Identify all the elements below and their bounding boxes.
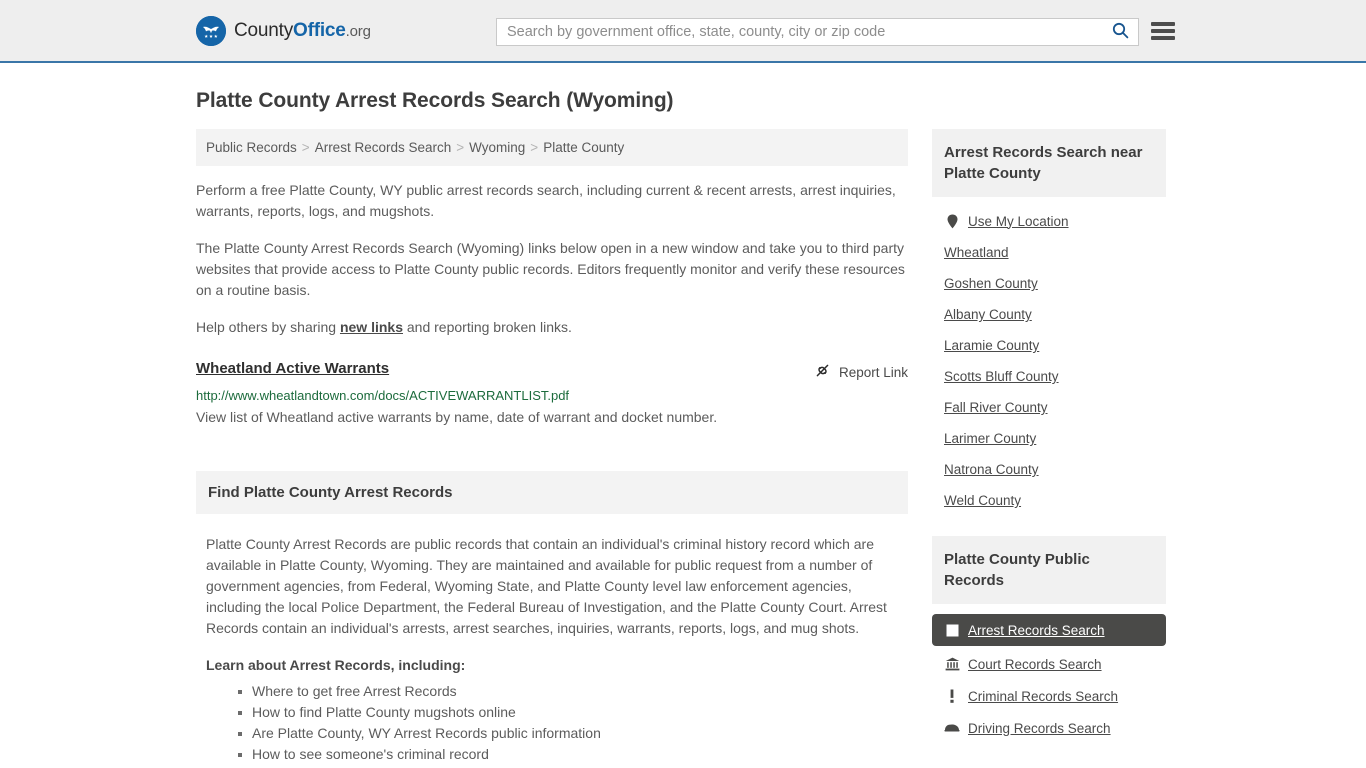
public-records-card: Platte County Public Records Arrest Reco…	[932, 536, 1166, 744]
courthouse-icon	[944, 656, 960, 672]
site-logo-text: CountyOffice.org	[234, 20, 371, 42]
sidebar-item-label: Fall River County	[944, 400, 1048, 415]
result-url[interactable]: http://www.wheatlandtown.com/docs/ACTIVE…	[196, 388, 908, 403]
result-title-link[interactable]: Wheatland Active Warrants	[196, 360, 389, 377]
sidebar-item-label: Larimer County	[944, 431, 1037, 446]
sidebar-item-wheatland[interactable]: Wheatland	[932, 237, 1166, 268]
sidebar-item-label: Court Records Search	[968, 656, 1102, 672]
result-item: Wheatland Active Warrants Report Link ht…	[196, 360, 908, 427]
page-body: Platte County Arrest Records Search (Wyo…	[0, 89, 1366, 768]
sidebar-item-larimer-county[interactable]: Larimer County	[932, 423, 1166, 454]
breadcrumb-item-public-records[interactable]: Public Records	[206, 140, 297, 155]
sidebar-item-criminal-records-search[interactable]: Criminal Records Search	[932, 680, 1166, 712]
sidebar-item-label: Use My Location	[968, 213, 1069, 229]
learn-about-heading: Learn about Arrest Records, including:	[206, 657, 466, 673]
sidebar-item-label: Laramie County	[944, 338, 1040, 353]
sidebar-item-label: Albany County	[944, 307, 1032, 322]
breadcrumb-item-wyoming[interactable]: Wyoming	[469, 140, 525, 155]
result-description: View list of Wheatland active warrants b…	[196, 409, 718, 425]
breadcrumb-item-platte-county[interactable]: Platte County	[543, 140, 624, 155]
breadcrumb-separator: >	[301, 140, 310, 155]
site-header: CountyOffice.org	[0, 0, 1366, 63]
sidebar-item-court-records-search[interactable]: Court Records Search	[932, 648, 1166, 680]
hamburger-menu-icon[interactable]	[1151, 19, 1175, 43]
main-content: Public Records > Arrest Records Search > Wyo…	[196, 129, 908, 768]
nearby-searches-list: Use My Location Wheatland Goshen County …	[932, 197, 1166, 516]
sidebar-item-label: Criminal Records Search	[968, 688, 1119, 704]
sidebar-item-label: Natrona County	[944, 462, 1039, 477]
nearby-searches-heading: Arrest Records Search near Platte County	[932, 129, 1166, 197]
sidebar-item-label: Scotts Bluff County	[944, 369, 1059, 384]
sidebar-item-laramie-county[interactable]: Laramie County	[932, 330, 1166, 361]
breadcrumb-item-arrest-records-search[interactable]: Arrest Records Search	[315, 140, 452, 155]
brand-part-2: Office	[293, 19, 346, 41]
report-link-button[interactable]: Report Link	[814, 362, 908, 382]
nearby-searches-card: Arrest Records Search near Platte County…	[932, 129, 1166, 516]
sidebar-item-label: Weld County	[944, 493, 1022, 508]
share-text-before: Help others by sharing	[196, 319, 340, 335]
site-logo[interactable]: CountyOffice.org	[196, 15, 371, 46]
sidebar-item-natrona-county[interactable]: Natrona County	[932, 454, 1166, 485]
sidebar-item-label: Driving Records Search	[968, 720, 1111, 736]
brand-tld: .org	[345, 22, 371, 40]
sidebar-item-scotts-bluff-county[interactable]: Scotts Bluff County	[932, 361, 1166, 392]
breadcrumb-separator: >	[456, 140, 465, 155]
breadcrumb: Public Records > Arrest Records Search > Wyo…	[196, 129, 908, 166]
intro-paragraph-1: Perform a free Platte County, WY public …	[196, 182, 896, 219]
sidebar-item-weld-county[interactable]: Weld County	[932, 485, 1166, 516]
list-item: How to find Platte County mugshots onlin…	[238, 702, 898, 723]
broken-link-icon	[814, 362, 831, 382]
new-links-link[interactable]: new links	[340, 319, 403, 335]
car-icon	[944, 720, 960, 736]
list-item: Are Platte County, WY Arrest Records pub…	[238, 723, 898, 744]
search-input[interactable]	[497, 19, 1102, 45]
list-item: Where to get free Arrest Records	[238, 681, 898, 702]
report-link-label: Report Link	[838, 364, 908, 380]
hamburger-bar	[1151, 22, 1175, 26]
list-item: How to see someone's criminal record	[238, 744, 898, 765]
search-button[interactable]	[1102, 19, 1138, 45]
find-records-heading: Find Platte County Arrest Records	[196, 471, 908, 514]
sidebar-item-goshen-county[interactable]: Goshen County	[932, 268, 1166, 299]
eagle-shield-logo-icon	[196, 15, 226, 46]
sidebar-item-fall-river-county[interactable]: Fall River County	[932, 392, 1166, 423]
brand-part-1: County	[234, 19, 294, 41]
learn-about-list: Where to get free Arrest Records How to …	[206, 681, 898, 768]
map-pin-icon	[944, 213, 960, 229]
sidebar-item-driving-records-search[interactable]: Driving Records Search	[932, 712, 1166, 744]
hamburger-bar	[1151, 36, 1175, 40]
exclamation-icon	[944, 688, 960, 704]
public-records-heading: Platte County Public Records	[932, 536, 1166, 604]
fingerprint-card-icon	[944, 622, 960, 638]
sidebar: Arrest Records Search near Platte County…	[932, 129, 1166, 750]
hamburger-bar	[1151, 29, 1175, 33]
public-records-list: Arrest Records Search Court Records Sear…	[932, 604, 1166, 744]
sidebar-item-label: Arrest Records Search	[968, 622, 1105, 638]
page-title: Platte County Arrest Records Search (Wyo…	[196, 89, 674, 112]
sidebar-item-use-my-location[interactable]: Use My Location	[932, 205, 1166, 237]
find-records-body: Platte County Arrest Records are public …	[196, 514, 908, 768]
find-records-paragraph: Platte County Arrest Records are public …	[206, 536, 887, 636]
search-icon	[1112, 22, 1129, 42]
sidebar-item-arrest-records-search[interactable]: Arrest Records Search	[932, 614, 1166, 646]
sidebar-item-label: Goshen County	[944, 276, 1038, 291]
intro-paragraph-3: Help others by sharing new links and rep…	[196, 317, 908, 338]
sidebar-item-label: Wheatland	[944, 245, 1009, 260]
share-text-after: and reporting broken links.	[403, 319, 572, 335]
search-bar[interactable]	[496, 18, 1139, 46]
intro-paragraph-2: The Platte County Arrest Records Search …	[196, 240, 905, 298]
breadcrumb-separator: >	[530, 140, 539, 155]
sidebar-item-albany-county[interactable]: Albany County	[932, 299, 1166, 330]
